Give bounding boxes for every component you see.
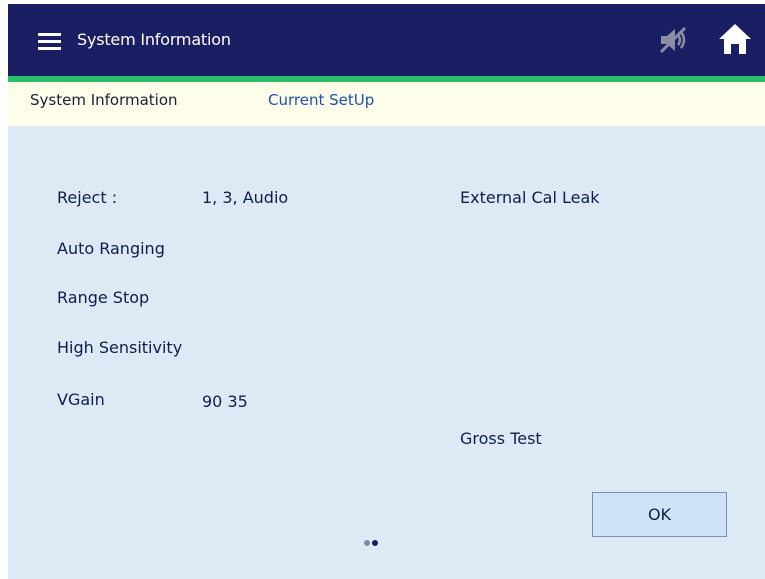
speaker-muted-icon[interactable] bbox=[658, 26, 690, 54]
auto-ranging-label: Auto Ranging bbox=[57, 239, 165, 258]
tab-current-setup[interactable]: Current SetUp bbox=[268, 91, 374, 109]
ok-button[interactable]: OK bbox=[592, 492, 727, 537]
page-dot-2[interactable] bbox=[372, 540, 378, 546]
high-sensitivity-label: High Sensitivity bbox=[57, 338, 183, 357]
gross-test-label: Gross Test bbox=[460, 429, 542, 448]
hamburger-menu-icon[interactable] bbox=[38, 33, 61, 51]
reject-value: 1, 3, Audio bbox=[202, 188, 289, 207]
page-title: System Information bbox=[77, 30, 231, 49]
home-icon[interactable] bbox=[718, 22, 752, 56]
tab-system-information[interactable]: System Information bbox=[30, 91, 178, 109]
vgain-value: 90 35 bbox=[202, 392, 248, 411]
range-stop-label: Range Stop bbox=[57, 288, 150, 307]
vgain-label: VGain bbox=[57, 390, 105, 409]
reject-label: Reject : bbox=[57, 188, 118, 207]
page-dot-1[interactable] bbox=[364, 540, 370, 546]
external-cal-leak-label: External Cal Leak bbox=[460, 188, 600, 207]
title-bar: System Information bbox=[8, 4, 765, 76]
